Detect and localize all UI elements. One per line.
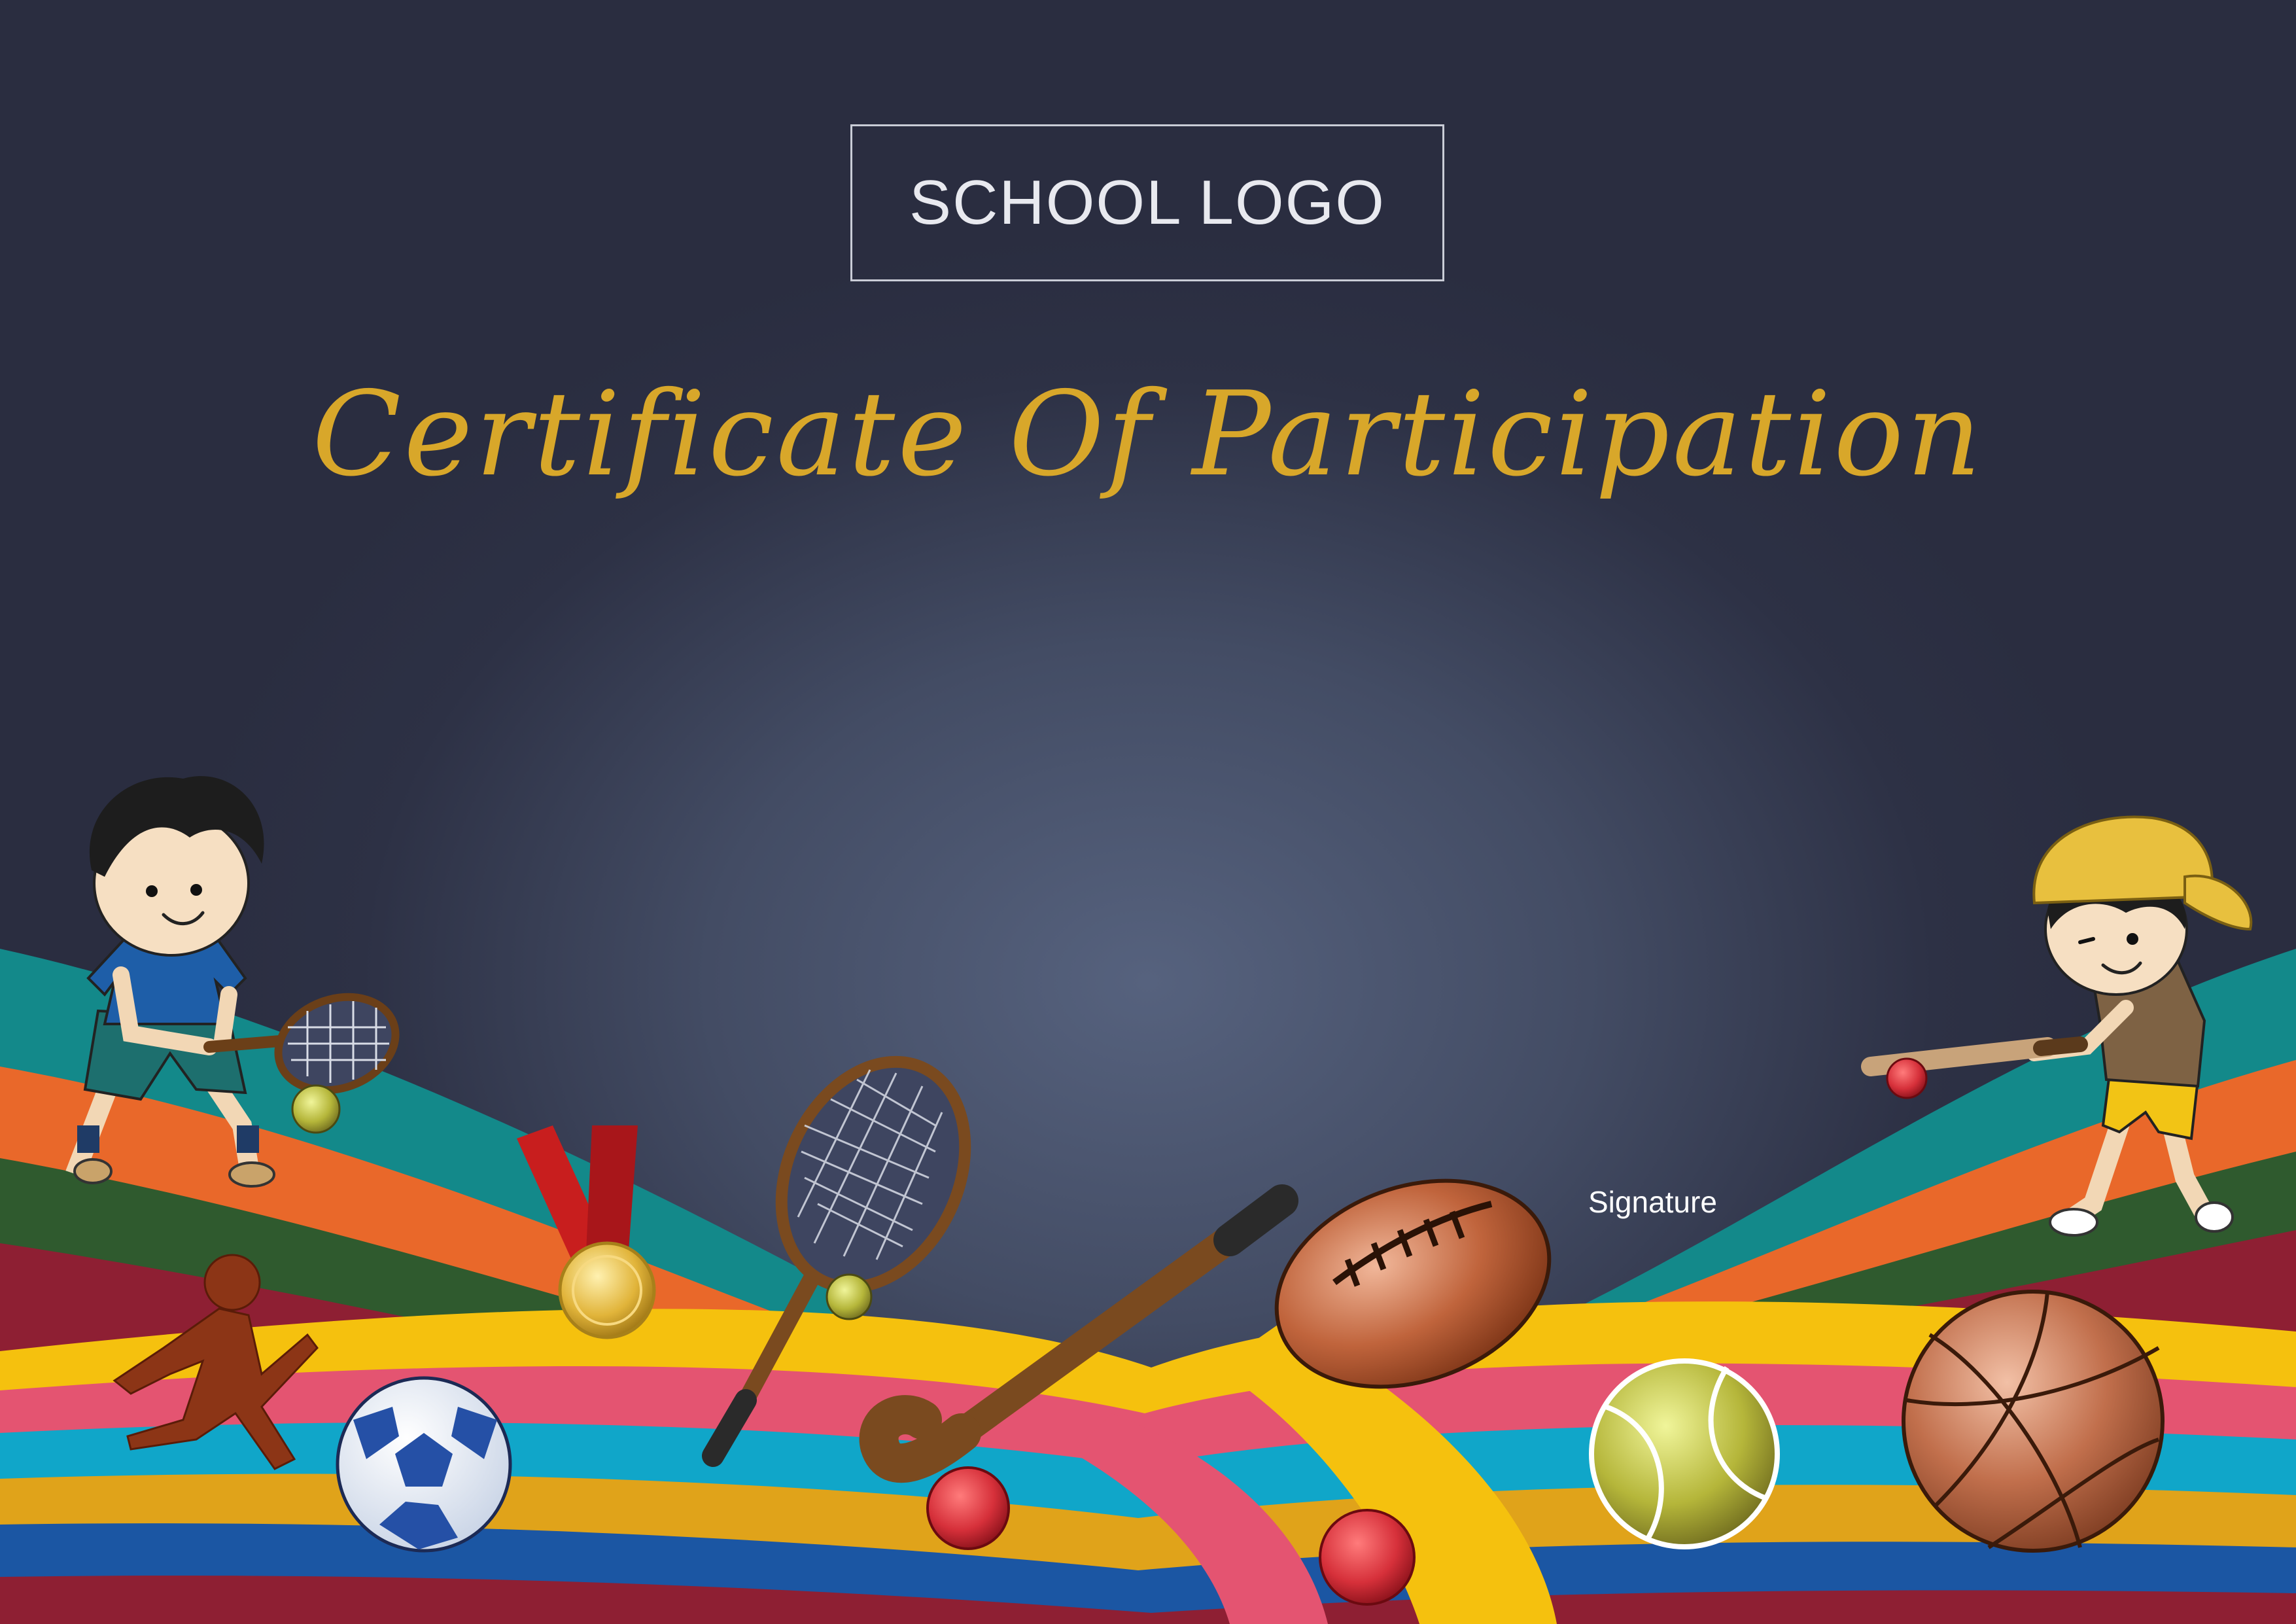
basketball-icon xyxy=(1902,1290,2165,1553)
certificate-title: Certificate Of Participation xyxy=(312,366,1984,502)
signature-label: Signature xyxy=(1588,1185,1717,1219)
school-logo-text: SCHOOL LOGO xyxy=(909,168,1385,238)
tennis-ball-icon xyxy=(1589,1358,1780,1549)
cricket-ball-icon xyxy=(1319,1509,1416,1606)
certificate-page: SCHOOL LOGO Certificate Of Participation… xyxy=(0,0,2296,1624)
soccer-ball-icon xyxy=(336,1376,512,1553)
school-logo-placeholder: SCHOOL LOGO xyxy=(850,124,1444,281)
